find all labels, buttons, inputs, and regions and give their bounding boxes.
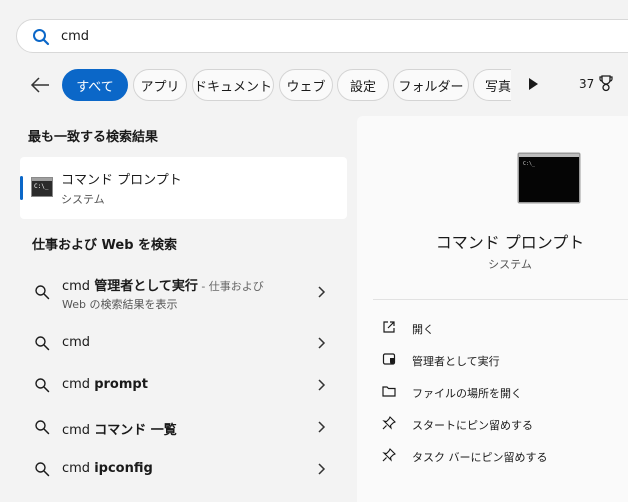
web-result-cmd-ipconfig[interactable]: cmd ipconfig (20, 448, 347, 490)
web-result-label: cmd ipconfig (62, 461, 153, 476)
web-result-label: cmd (62, 335, 91, 350)
points-count: 37 (579, 77, 595, 91)
action-run-as-admin[interactable]: 管理者として実行 (381, 348, 628, 372)
detail-pane: C:\_ コマンド プロンプト システム 開く 管理者として実行 ファイルの場所… (357, 116, 628, 502)
detail-subtitle: システム (488, 258, 532, 271)
filter-bar: すべて アプリ ドキュメント ウェブ 設定 フォルダー 写真 37 (0, 66, 628, 104)
pin-icon (382, 416, 396, 430)
action-label: タスク バーにピン留めする (412, 451, 548, 464)
web-result-cmd[interactable]: cmd (20, 322, 347, 364)
shield-icon (382, 353, 396, 365)
pin-icon (382, 448, 396, 462)
best-match-item[interactable]: C:\_ コマンド プロンプト システム (20, 157, 347, 219)
search-icon (35, 336, 50, 351)
action-label: 開く (412, 323, 434, 336)
action-label: ファイルの場所を開く (412, 387, 522, 400)
filter-chip-folders[interactable]: フォルダー (393, 69, 469, 101)
search-input[interactable]: cmd (61, 29, 89, 44)
action-open-file-location[interactable]: ファイルの場所を開く (381, 380, 628, 404)
chevron-right-icon (318, 379, 326, 391)
best-match-name: コマンド プロンプト (61, 173, 182, 188)
web-result-cmd-prompt[interactable]: cmd prompt (20, 364, 347, 406)
action-label: スタートにピン留めする (412, 419, 533, 432)
filter-chip-apps[interactable]: アプリ (133, 69, 187, 101)
divider (373, 299, 628, 300)
svg-text:C:\_: C:\_ (523, 161, 536, 167)
filter-chip-photos[interactable]: 写真 (473, 69, 511, 101)
chevron-right-icon (318, 286, 326, 298)
filter-chip-settings[interactable]: 設定 (337, 69, 389, 101)
best-match-heading: 最も一致する検索結果 (28, 130, 159, 145)
back-arrow-icon[interactable] (28, 74, 52, 96)
scroll-right-icon[interactable] (526, 76, 540, 92)
command-prompt-large-icon: C:\_ (517, 152, 581, 204)
web-result-label: cmd prompt (62, 377, 148, 392)
open-icon (383, 321, 395, 333)
chevron-right-icon (318, 337, 326, 349)
search-box[interactable]: cmd (16, 19, 628, 53)
filter-chip-web[interactable]: ウェブ (279, 69, 333, 101)
best-match-type: システム (61, 193, 105, 206)
web-result-label: cmd 管理者として実行 - 仕事および (62, 279, 264, 294)
search-icon (35, 378, 50, 393)
chevron-right-icon (318, 463, 326, 475)
chevron-right-icon (318, 421, 326, 433)
action-open[interactable]: 開く (381, 316, 628, 340)
action-pin-to-start[interactable]: スタートにピン留めする (381, 412, 628, 436)
search-icon (33, 29, 50, 46)
folder-icon (382, 386, 396, 397)
search-icon (35, 462, 50, 477)
search-icon (35, 420, 50, 435)
web-result-run-as-admin[interactable]: cmd 管理者として実行 - 仕事および Web の検索結果を表示 (20, 270, 347, 314)
filter-chip-all[interactable]: すべて (62, 69, 128, 101)
command-prompt-icon: C:\_ (31, 177, 53, 197)
svg-text:C:\_: C:\_ (34, 183, 49, 190)
web-result-cmd-command-list[interactable]: cmd コマンド 一覧 (20, 406, 347, 448)
web-result-sub: Web の検索結果を表示 (62, 298, 178, 311)
web-result-label: cmd コマンド 一覧 (62, 423, 177, 438)
selection-indicator (20, 176, 23, 200)
action-pin-to-taskbar[interactable]: タスク バーにピン留めする (381, 444, 628, 468)
web-search-heading: 仕事および Web を検索 (32, 238, 178, 253)
search-icon (35, 285, 50, 300)
rewards-icon[interactable] (598, 74, 614, 92)
action-label: 管理者として実行 (412, 355, 500, 368)
detail-title: コマンド プロンプト (435, 233, 585, 252)
filter-chip-documents[interactable]: ドキュメント (192, 69, 274, 101)
